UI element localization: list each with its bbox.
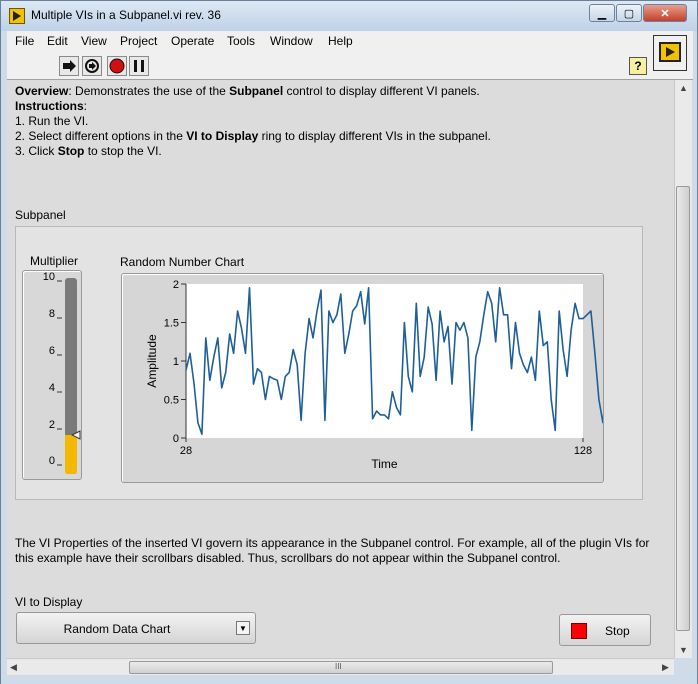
menu-project[interactable]: Project — [120, 34, 157, 48]
vertical-scrollbar[interactable]: ▲ ▼ — [674, 80, 692, 658]
step2-before: 2. Select different options in the — [15, 129, 187, 143]
run-arrow-icon — [63, 60, 76, 72]
menu-edit[interactable]: Edit — [47, 34, 68, 48]
menu-view[interactable]: View — [81, 34, 107, 48]
step3-after: to stop the VI. — [84, 144, 162, 158]
stop-button-label: Stop — [605, 624, 630, 638]
instructions-colon: : — [83, 99, 88, 113]
step2-bold: VI to Display — [186, 129, 259, 143]
y-tick-label: 2 — [173, 279, 179, 291]
multiplier-track[interactable] — [65, 278, 77, 474]
x-tick-label: 28 — [180, 445, 192, 457]
y-tick-label: 1.5 — [164, 318, 179, 330]
overview-text-before: : Demonstrates the use of the — [68, 84, 230, 98]
multiplier-slider: 10 8 6 4 2 0 — [22, 270, 82, 480]
multiplier-tick-label: 4 — [48, 382, 55, 394]
vi-to-display-ring[interactable]: Random Data Chart ▼ — [16, 612, 256, 644]
scroll-grip-icon: III — [335, 662, 342, 671]
multiplier-tick-label: 10 — [42, 271, 55, 283]
maximize-button[interactable]: ▢ — [616, 4, 642, 22]
multiplier-fill — [65, 434, 77, 474]
menu-file[interactable]: File — [15, 34, 34, 48]
vi-to-display-label: VI to Display — [15, 595, 83, 609]
abort-icon — [109, 58, 125, 74]
chart-label: Random Number Chart — [120, 255, 245, 269]
vi-to-display-value: Random Data Chart — [63, 622, 171, 636]
y-tick-label: 0.5 — [164, 395, 179, 407]
multiplier-tick-label: 0 — [48, 455, 55, 467]
properties-note-line-1: The VI Properties of the inserted VI gov… — [15, 536, 650, 550]
menu-bar: File Edit View Project Operate Tools Win… — [7, 31, 693, 53]
stop-button[interactable]: Stop — [559, 614, 651, 646]
vi-window: Multiple VIs in a Subpanel.vi rev. 36 ▁ … — [0, 0, 698, 684]
overview-bold: Subpanel — [229, 84, 284, 98]
y-tick-label: 1 — [173, 356, 179, 368]
run-continuously-button[interactable] — [82, 56, 102, 76]
vi-icon-pane[interactable] — [653, 35, 687, 71]
abort-button[interactable] — [107, 56, 127, 76]
y-tick-label: 0 — [173, 433, 179, 445]
scroll-left-icon[interactable]: ◀ — [10, 662, 17, 673]
instruction-step-3: 3. Click Stop to stop the VI. — [15, 144, 162, 158]
menu-help[interactable]: Help — [328, 34, 353, 48]
step3-bold: Stop — [57, 144, 85, 158]
menu-window[interactable]: Window — [270, 34, 313, 48]
menu-operate[interactable]: Operate — [171, 34, 214, 48]
front-panel: Overview: Demonstrates the use of the Su… — [7, 80, 674, 658]
window-bottom-border — [1, 675, 697, 684]
multiplier-label: Multiplier — [30, 254, 79, 268]
run-continuously-icon — [85, 59, 99, 73]
random-number-chart: Amplitude Time 0 0.5 1 1.5 2 28 128 — [121, 273, 608, 483]
step2-after: ring to display different VIs in the sub… — [258, 129, 491, 143]
properties-note-line-2: this example have their scrollbars disab… — [15, 551, 561, 565]
title-bar: Multiple VIs in a Subpanel.vi rev. 36 ▁ … — [1, 1, 697, 31]
vi-icon — [659, 42, 681, 62]
ring-dropdown-icon[interactable]: ▼ — [236, 621, 250, 635]
labview-app-icon — [9, 8, 25, 24]
overview-text: Overview: Demonstrates the use of the Su… — [15, 84, 480, 98]
window-title: Multiple VIs in a Subpanel.vi rev. 36 — [31, 8, 221, 22]
y-axis-label: Amplitude — [145, 334, 159, 388]
overview-text-after: control to display different VI panels. — [283, 84, 480, 98]
x-tick-label: 128 — [574, 445, 592, 457]
context-help-button[interactable]: ? — [629, 57, 647, 75]
vertical-scroll-thumb[interactable] — [676, 186, 690, 631]
horizontal-scrollbar[interactable]: ◀ III ▶ — [7, 658, 674, 676]
stop-square-icon — [571, 623, 587, 639]
subpanel-label: Subpanel — [15, 208, 66, 222]
multiplier-tick-label: 6 — [48, 345, 55, 357]
scroll-right-icon[interactable]: ▶ — [662, 662, 669, 673]
x-axis-label: Time — [371, 457, 398, 471]
overview-label: Overview — [15, 84, 69, 98]
multiplier-tick-marks — [57, 280, 62, 466]
step3-before: 3. Click — [15, 144, 58, 158]
pause-icon — [134, 60, 144, 72]
toolbar — [7, 53, 693, 80]
instruction-step-2: 2. Select different options in the VI to… — [15, 129, 491, 143]
chart-svg: Amplitude Time 0 0.5 1 1.5 2 28 128 — [145, 279, 608, 471]
horizontal-scroll-thumb[interactable]: III — [129, 661, 553, 674]
minimize-button[interactable]: ▁ — [589, 4, 615, 22]
menu-tools[interactable]: Tools — [227, 34, 255, 48]
multiplier-thumb-icon[interactable] — [71, 429, 81, 440]
instruction-step-1: 1. Run the VI. — [15, 114, 89, 128]
multiplier-tick-label: 2 — [48, 419, 55, 431]
instructions-heading: Instructions: — [15, 99, 87, 113]
scroll-down-icon[interactable]: ▼ — [679, 645, 688, 655]
run-button[interactable] — [59, 56, 79, 76]
instructions-heading-text: Instructions — [15, 99, 84, 113]
close-button[interactable]: ✕ — [643, 4, 687, 22]
pause-button[interactable] — [129, 56, 149, 76]
scroll-up-icon[interactable]: ▲ — [679, 83, 688, 93]
multiplier-tick-label: 8 — [48, 308, 55, 320]
